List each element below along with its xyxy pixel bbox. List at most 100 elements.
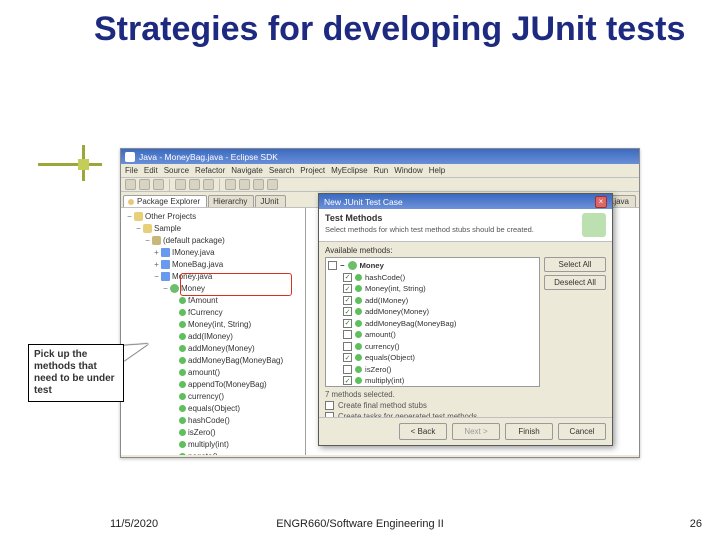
- checkbox-icon[interactable]: ✓: [343, 296, 352, 305]
- method-row[interactable]: currency(): [328, 341, 537, 353]
- pkg-icon: [152, 236, 161, 245]
- package-explorer[interactable]: −Other Projects−Sample−(default package)…: [121, 208, 306, 455]
- separator: [169, 179, 170, 191]
- tab-package-explorer[interactable]: Package Explorer: [123, 195, 207, 207]
- tree-row[interactable]: −(default package): [125, 234, 305, 246]
- dialog-title-text: New JUnit Test Case: [324, 197, 403, 207]
- twisty-icon: −: [152, 272, 161, 281]
- tree-label: Money: [181, 284, 205, 293]
- tree-row[interactable]: fAmount: [125, 294, 305, 306]
- checkbox-icon[interactable]: [343, 330, 352, 339]
- method-row[interactable]: isZero(): [328, 364, 537, 376]
- menu-item[interactable]: Run: [374, 166, 389, 175]
- tree-row[interactable]: fCurrency: [125, 306, 305, 318]
- mth-icon: [179, 393, 186, 400]
- class-label: Money: [360, 261, 384, 270]
- tree-row[interactable]: addMoneyBag(MoneyBag): [125, 354, 305, 366]
- menu-item[interactable]: File: [125, 166, 138, 175]
- checkbox-icon[interactable]: ✓: [343, 284, 352, 293]
- tree-label: currency(): [188, 392, 224, 401]
- next-button[interactable]: Next >: [452, 423, 500, 440]
- method-icon: [355, 274, 362, 281]
- checkbox-icon[interactable]: ✓: [343, 353, 352, 362]
- checkbox-icon[interactable]: ✓: [343, 307, 352, 316]
- tree-row[interactable]: appendTo(MoneyBag): [125, 378, 305, 390]
- menubar: File Edit Source Refactor Navigate Searc…: [121, 164, 639, 178]
- tree-label: (default package): [163, 236, 225, 245]
- tree-row[interactable]: Money(int, String): [125, 318, 305, 330]
- tree-row[interactable]: negate(): [125, 450, 305, 455]
- menu-item[interactable]: Edit: [144, 166, 158, 175]
- method-row[interactable]: ✓ addMoneyBag(MoneyBag): [328, 318, 537, 330]
- checkbox-icon[interactable]: ✓: [343, 273, 352, 282]
- method-row[interactable]: ✓multiply(int): [328, 375, 537, 387]
- tree-row[interactable]: equals(Object): [125, 402, 305, 414]
- toolbar-button[interactable]: [139, 179, 150, 190]
- method-row[interactable]: ✓ add(IMoney): [328, 295, 537, 307]
- tree-row[interactable]: +IMoney.java: [125, 246, 305, 258]
- menu-item[interactable]: Search: [269, 166, 294, 175]
- deselect-all-button[interactable]: Deselect All: [544, 275, 606, 290]
- tab-hierarchy[interactable]: Hierarchy: [208, 195, 254, 207]
- method-row[interactable]: negate(): [328, 387, 537, 388]
- checkbox-icon[interactable]: [328, 261, 337, 270]
- mth-icon: [179, 429, 186, 436]
- tree-row[interactable]: +MoneBag.java: [125, 258, 305, 270]
- method-row[interactable]: ✓equals(Object): [328, 352, 537, 364]
- checkbox-icon[interactable]: [325, 401, 334, 410]
- method-icon: [355, 331, 362, 338]
- tree-row[interactable]: −Other Projects: [125, 210, 305, 222]
- select-all-button[interactable]: Select All: [544, 257, 606, 272]
- tree-row[interactable]: −Sample: [125, 222, 305, 234]
- tree-row[interactable]: −Money.java: [125, 270, 305, 282]
- menu-item[interactable]: Project: [300, 166, 325, 175]
- tree-row[interactable]: amount(): [125, 366, 305, 378]
- tree-row[interactable]: multiply(int): [125, 438, 305, 450]
- tree-row[interactable]: − Money: [125, 282, 305, 294]
- methods-tree[interactable]: −Money✓hashCode()✓Money(int, String)✓add…: [325, 257, 540, 387]
- method-label: add(IMoney): [365, 296, 408, 305]
- tree-label: isZero(): [188, 428, 216, 437]
- method-icon: [355, 297, 362, 304]
- tree-row[interactable]: addMoney(Money): [125, 342, 305, 354]
- toolbar-button[interactable]: [253, 179, 264, 190]
- menu-item[interactable]: Refactor: [195, 166, 225, 175]
- checkbox-icon[interactable]: ✓: [343, 319, 352, 328]
- toolbar-button[interactable]: [225, 179, 236, 190]
- tree-label: appendTo(MoneyBag): [188, 380, 267, 389]
- toolbar-button[interactable]: [153, 179, 164, 190]
- tab-junit[interactable]: JUnit: [255, 195, 285, 207]
- menu-item[interactable]: Window: [394, 166, 422, 175]
- toolbar-button[interactable]: [189, 179, 200, 190]
- toolbar-button[interactable]: [239, 179, 250, 190]
- tree-row[interactable]: add(IMoney): [125, 330, 305, 342]
- cancel-button[interactable]: Cancel: [558, 423, 606, 440]
- toolbar-button[interactable]: [203, 179, 214, 190]
- toolbar-button[interactable]: [175, 179, 186, 190]
- method-row[interactable]: ✓ Money(int, String): [328, 283, 537, 295]
- methods-root[interactable]: −Money: [328, 260, 537, 272]
- toolbar-button[interactable]: [125, 179, 136, 190]
- toolbar-button[interactable]: [267, 179, 278, 190]
- close-icon[interactable]: ×: [595, 196, 607, 208]
- menu-item[interactable]: Navigate: [231, 166, 263, 175]
- dialog-titlebar: New JUnit Test Case ×: [319, 194, 612, 209]
- checkbox-icon[interactable]: [343, 342, 352, 351]
- opt-final-stubs[interactable]: Create final method stubs: [325, 401, 606, 410]
- checkbox-icon[interactable]: ✓: [343, 376, 352, 385]
- back-button[interactable]: < Back: [399, 423, 447, 440]
- menu-item[interactable]: Help: [429, 166, 445, 175]
- finish-button[interactable]: Finish: [505, 423, 553, 440]
- tree-row[interactable]: currency(): [125, 390, 305, 402]
- method-row[interactable]: amount(): [328, 329, 537, 341]
- method-row[interactable]: ✓hashCode(): [328, 272, 537, 284]
- method-label: addMoneyBag(MoneyBag): [365, 319, 456, 328]
- tree-row[interactable]: isZero(): [125, 426, 305, 438]
- checkbox-icon[interactable]: [343, 365, 352, 374]
- twisty-icon: −: [161, 284, 170, 293]
- menu-item[interactable]: MyEclipse: [331, 166, 367, 175]
- menu-item[interactable]: Source: [164, 166, 189, 175]
- method-label: Money(int, String): [365, 284, 426, 293]
- tree-row[interactable]: hashCode(): [125, 414, 305, 426]
- method-row[interactable]: ✓addMoney(Money): [328, 306, 537, 318]
